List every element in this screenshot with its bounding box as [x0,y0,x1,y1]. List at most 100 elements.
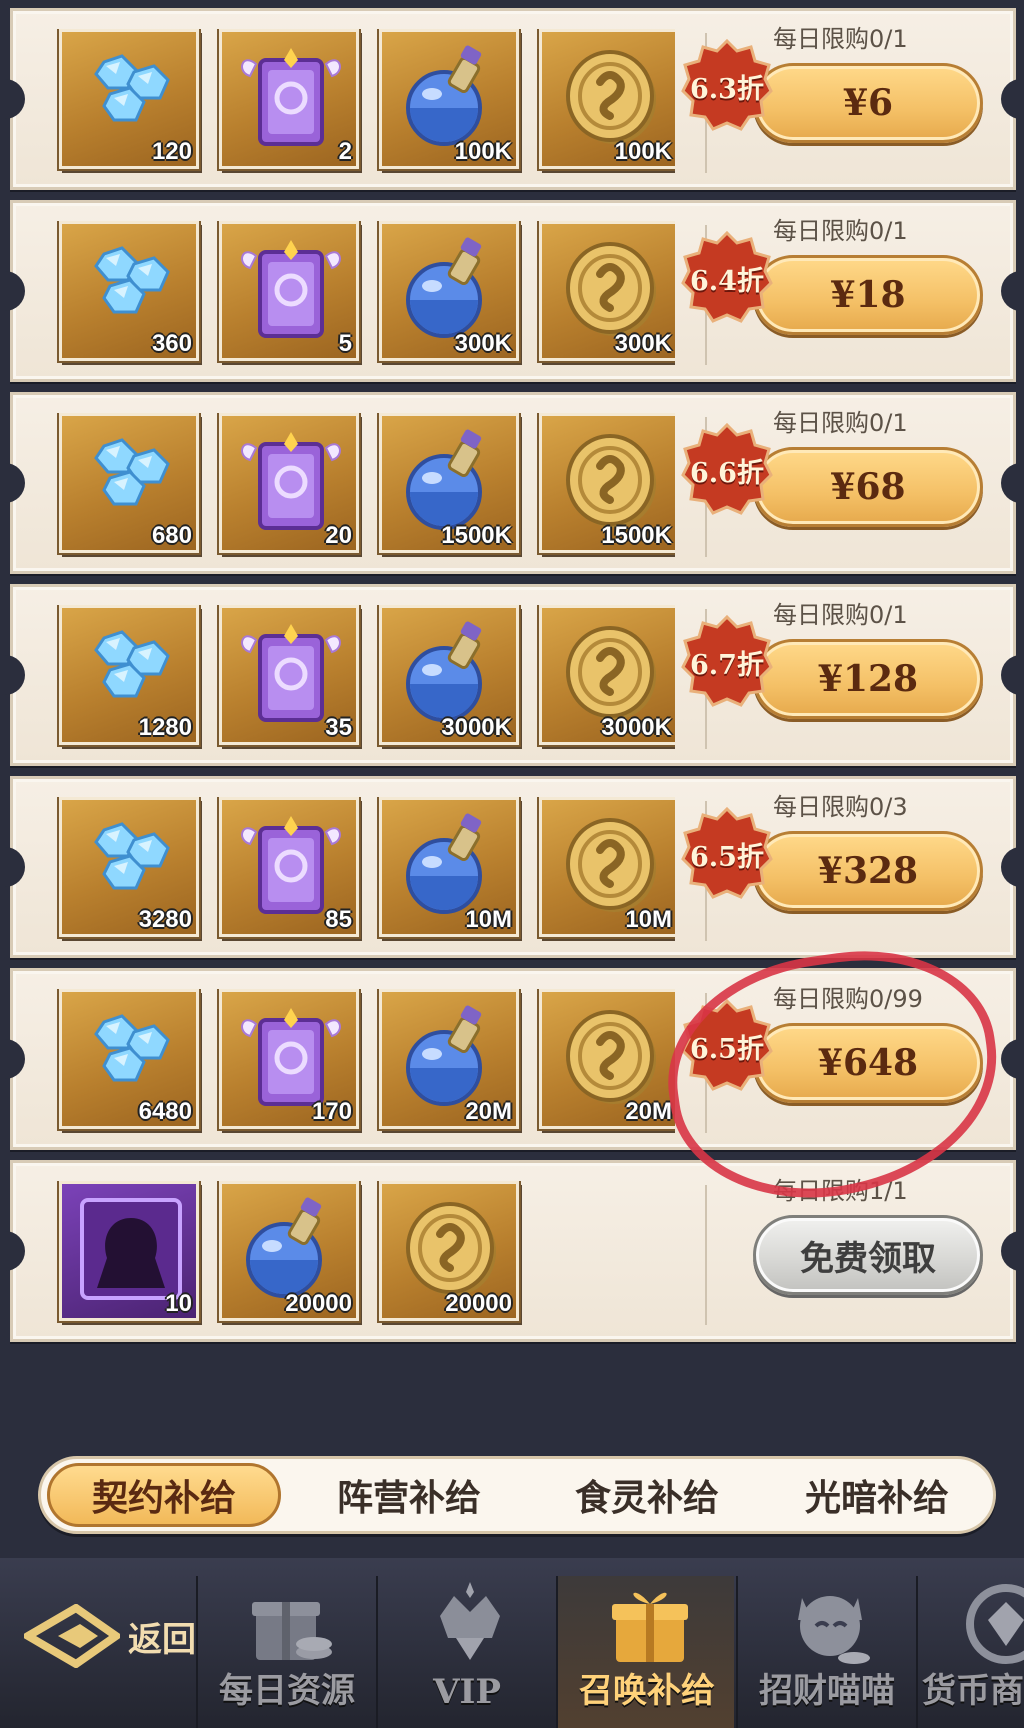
buy-button[interactable]: ¥648 [753,1023,983,1103]
purchase-limit: 每日限购1/1 [773,1177,908,1205]
pack-items: 680 20 1500K 1500K [55,413,675,559]
pack-items: 360 5 300K 300K [55,221,675,367]
reward-item[interactable]: 100K [539,29,675,169]
back-button[interactable]: 返回 [24,1588,224,1688]
claim-free-button[interactable]: 免费领取 [753,1215,983,1295]
tab-light-dark-supply[interactable]: 光暗补给 [761,1463,993,1527]
tab-contract-supply[interactable]: 契约补给 [47,1463,281,1527]
item-quantity: 300K [614,330,672,357]
lucky-cat-icon [798,1596,870,1664]
reward-item[interactable]: 100K [379,29,519,169]
item-quantity: 2 [338,138,352,165]
item-quantity: 20000 [445,1290,512,1317]
pack-card: 1280 35 3000K 3000K 每日限购0/1 ¥128 6.7折 [3,584,1023,766]
bottom-nav: 返回 每日资源 VIP 召唤补给 招财喵喵 货币商 [0,1558,1024,1728]
discount-text: 6.3折 [690,74,764,105]
crown-gem-icon [440,1582,500,1660]
buy-button[interactable]: ¥68 [753,447,983,527]
reward-item[interactable]: 3000K [379,605,519,745]
item-quantity: 85 [325,906,352,933]
reward-item[interactable]: 20M [539,989,675,1129]
reward-item[interactable]: 85 [219,797,359,937]
pack-card: 120 2 100K 100K 每日限购0/1 ¥6 6.3折 [3,8,1023,190]
reward-item[interactable]: 35 [219,605,359,745]
nav-vip[interactable]: VIP [376,1576,554,1728]
item-quantity: 360 [151,330,192,357]
reward-item[interactable]: 6480 [59,989,199,1129]
discount-text: 6.6折 [690,458,764,489]
pack-items: 10 20000 20000 [55,1181,675,1327]
discount-text: 6.7折 [690,650,764,681]
discount-badge: 6.5折 [681,807,773,899]
reward-item[interactable]: 3000K [539,605,675,745]
buy-button[interactable]: ¥18 [753,255,983,335]
item-quantity: 3280 [138,906,192,933]
pack-card: 6480 170 20M 20M 每日限购0/99 ¥648 6.5折 [3,968,1023,1150]
reward-item[interactable]: 10M [539,797,675,937]
reward-item[interactable]: 3280 [59,797,199,937]
item-quantity: 1500K [601,522,672,549]
pack-items: 1280 35 3000K 3000K [55,605,675,751]
nav-label: VIP [433,1672,501,1712]
reward-item[interactable]: 1280 [59,605,199,745]
reward-item[interactable]: 360 [59,221,199,361]
nav-summon-supply[interactable]: 召唤补给 [556,1576,734,1728]
pack-card: 3280 85 10M 10M 每日限购0/3 ¥328 6.5折 [3,776,1023,958]
reward-item[interactable]: 2 [219,29,359,169]
discount-badge: 6.7折 [681,615,773,707]
pack-card: 680 20 1500K 1500K 每日限购0/1 ¥68 6.6折 [3,392,1023,574]
pack-items: 3280 85 10M 10M [55,797,675,943]
discount-badge: 6.5折 [681,999,773,1091]
nav-currency-shop[interactable]: 货币商 [916,1576,1024,1728]
nav-daily-resources[interactable]: 每日资源 [196,1576,374,1728]
item-quantity: 3000K [441,714,512,741]
buy-button[interactable]: ¥6 [753,63,983,143]
discount-badge: 6.3折 [681,39,773,131]
tab-faction-supply[interactable]: 阵营补给 [293,1463,525,1527]
reward-item[interactable]: 300K [539,221,675,361]
reward-item[interactable]: 170 [219,989,359,1129]
nav-lucky-cat[interactable]: 招财喵喵 [736,1576,914,1728]
item-quantity: 100K [614,138,672,165]
reward-item[interactable]: 1500K [379,413,519,553]
reward-item[interactable]: 300K [379,221,519,361]
reward-item[interactable]: 10M [379,797,519,937]
nav-label: 招财喵喵 [759,1671,895,1711]
diamond-shop-icon [966,1584,1024,1664]
purchase-limit: 每日限购0/1 [773,25,908,53]
reward-item[interactable]: 1500K [539,413,675,553]
item-quantity: 300K [454,330,512,357]
purchase-limit: 每日限购0/99 [773,985,923,1013]
reward-item[interactable]: 120 [59,29,199,169]
item-quantity: 20M [465,1098,512,1125]
reward-item[interactable]: 20000 [219,1181,359,1321]
item-quantity: 20M [625,1098,672,1125]
item-quantity: 680 [151,522,192,549]
item-quantity: 170 [311,1098,352,1125]
back-arrow-icon [24,1604,120,1668]
purchase-limit: 每日限购0/1 [773,409,908,437]
item-quantity: 20000 [285,1290,352,1317]
discount-badge: 6.6折 [681,423,773,515]
pack-items: 120 2 100K 100K [55,29,675,175]
reward-item[interactable]: 5 [219,221,359,361]
buy-button[interactable]: ¥328 [753,831,983,911]
item-quantity: 1280 [138,714,192,741]
item-quantity: 100K [454,138,512,165]
reward-item[interactable]: 20000 [379,1181,519,1321]
nav-label: 召唤补给 [579,1671,715,1711]
nav-label: 货币商 [922,1671,1024,1711]
item-quantity: 6480 [138,1098,192,1125]
gift-coins-icon [252,1602,332,1660]
discount-text: 6.4折 [690,266,764,297]
reward-item[interactable]: 20M [379,989,519,1129]
reward-item[interactable]: 10 [59,1181,199,1321]
item-quantity: 120 [151,138,192,165]
buy-button[interactable]: ¥128 [753,639,983,719]
tab-food-spirit-supply[interactable]: 食灵补给 [531,1463,763,1527]
reward-item[interactable]: 20 [219,413,359,553]
pack-items: 6480 170 20M 20M [55,989,675,1135]
item-quantity: 3000K [601,714,672,741]
reward-item[interactable]: 680 [59,413,199,553]
pack-card: 360 5 300K 300K 每日限购0/1 ¥18 6.4折 [3,200,1023,382]
